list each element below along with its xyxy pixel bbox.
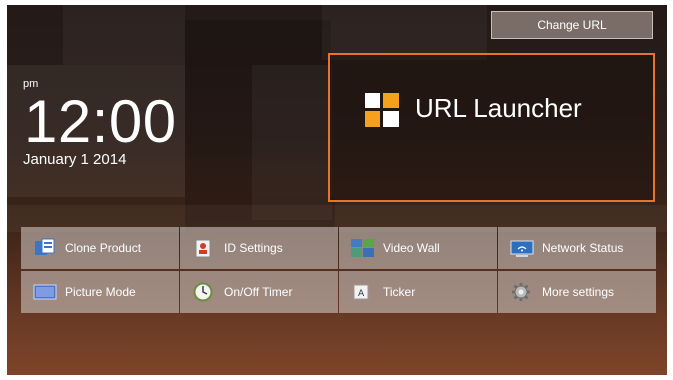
menu-item-more-settings[interactable]: More settings (498, 271, 656, 313)
url-launcher-label: URL Launcher (415, 93, 582, 123)
menu-item-label: Ticker (383, 285, 416, 299)
clone-product-icon (35, 238, 55, 255)
menu-item-picture-mode[interactable]: Picture Mode (21, 271, 179, 313)
menu-item-label: On/Off Timer (224, 285, 293, 299)
menu-item-label: Picture Mode (65, 285, 136, 299)
network-status-icon (510, 240, 534, 257)
menu-item-label: Network Status (542, 241, 624, 255)
menu-item-clone-product[interactable]: Clone Product (21, 227, 179, 269)
change-url-button[interactable]: Change URL (491, 11, 653, 39)
menu-item-label: Clone Product (65, 241, 142, 255)
gear-icon (512, 283, 530, 301)
menu-item-label: Video Wall (383, 241, 440, 255)
settings-menu: Clone Product ID Settings Video Wall Net… (21, 227, 658, 313)
url-launcher-tile[interactable]: URL Launcher (328, 53, 655, 202)
menu-item-on-off-timer[interactable]: On/Off Timer (180, 271, 338, 313)
background-block (63, 5, 185, 65)
menu-item-network-status[interactable]: Network Status (498, 227, 656, 269)
clock-date: January 1 2014 (23, 151, 127, 168)
url-launcher-icon (365, 93, 399, 127)
menu-item-label: More settings (542, 285, 615, 299)
menu-item-ticker[interactable]: A Ticker (339, 271, 497, 313)
menu-item-label: ID Settings (224, 241, 283, 255)
menu-item-id-settings[interactable]: ID Settings (180, 227, 338, 269)
on-off-timer-icon (193, 282, 213, 302)
clock-time: 12:00 (24, 88, 177, 155)
background-block (322, 5, 487, 60)
svg-text:A: A (358, 289, 365, 299)
id-settings-icon (195, 239, 211, 258)
menu-item-video-wall[interactable]: Video Wall (339, 227, 497, 269)
video-wall-icon (351, 239, 374, 257)
ticker-icon: A (353, 284, 369, 300)
picture-mode-icon (33, 284, 57, 300)
